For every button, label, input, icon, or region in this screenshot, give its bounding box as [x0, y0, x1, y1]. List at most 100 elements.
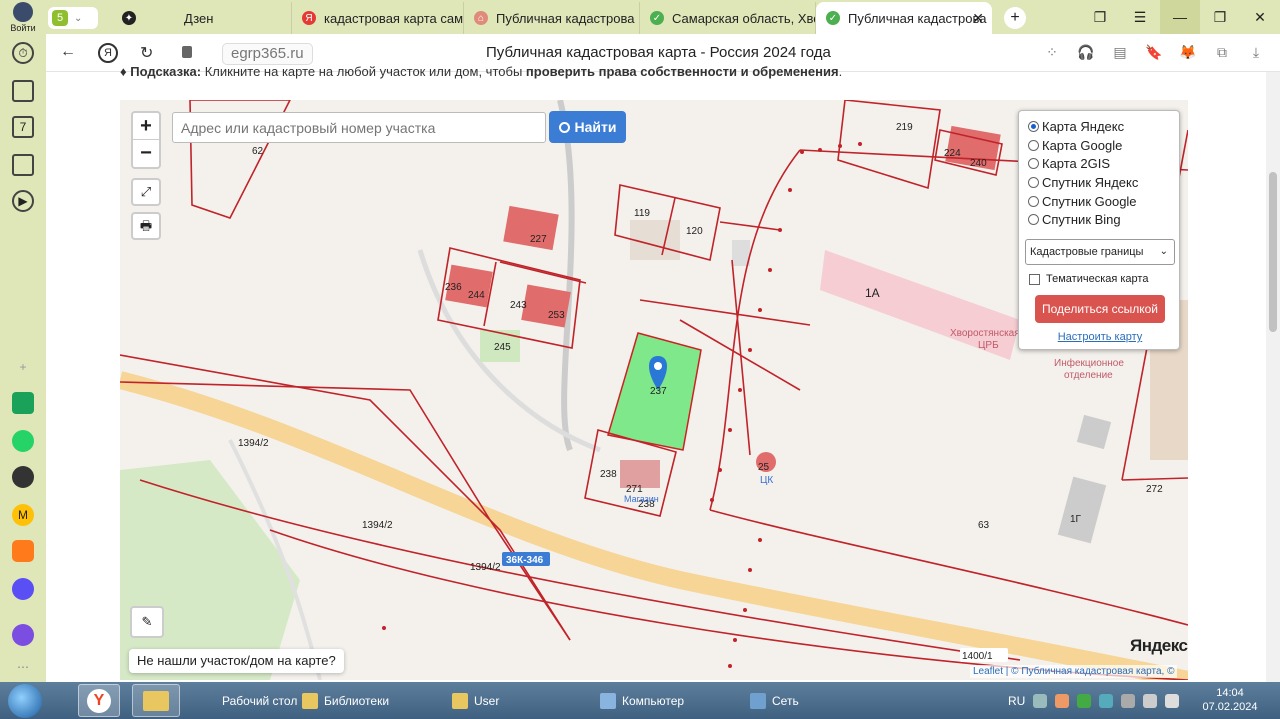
scroll-thumb[interactable]	[1269, 172, 1277, 332]
start-button[interactable]	[8, 684, 42, 718]
add-icon[interactable]: +	[12, 356, 34, 378]
libraries-item[interactable]: Библиотеки	[302, 684, 389, 717]
minimize-icon[interactable]: —	[1160, 0, 1200, 34]
hint-icon: ♦	[120, 64, 131, 79]
restore-icon[interactable]: ❐	[1200, 0, 1240, 34]
menu-icon[interactable]: ☰	[1120, 0, 1160, 34]
radio-button[interactable]	[1028, 121, 1039, 132]
url-domain[interactable]: egrp365.ru	[222, 43, 313, 65]
tray-icon[interactable]	[1099, 693, 1114, 708]
back-icon[interactable]: ←	[60, 43, 76, 61]
play-icon[interactable]: ▶	[12, 190, 34, 212]
extensions-icon[interactable]: ⧉	[1212, 40, 1232, 64]
close-icon[interactable]: ✕	[972, 10, 984, 27]
not-found-button[interactable]: Не нашли участок/дом на карте?	[129, 649, 344, 673]
clock[interactable]: 14:04 07.02.2024	[1202, 686, 1258, 714]
user-folder-icon	[452, 692, 468, 709]
yandex-browser-taskbar-button[interactable]: Y	[78, 684, 120, 717]
layer-option-yandex-map[interactable]: Карта Яндекс	[1028, 119, 1124, 134]
radio-button[interactable]	[1028, 177, 1039, 188]
whatsapp-icon[interactable]	[12, 430, 34, 452]
layer-option-2gis-map[interactable]: Карта 2GIS	[1028, 156, 1110, 171]
more-icon[interactable]: ⋯	[12, 656, 34, 678]
reader-icon[interactable]: ▤	[1110, 40, 1130, 64]
volume-icon[interactable]	[1143, 693, 1158, 708]
tab-counter-button[interactable]: 5 ⌄	[48, 7, 98, 29]
radio-button[interactable]	[1028, 158, 1039, 169]
mail-icon[interactable]	[12, 540, 34, 562]
zoom-in-button[interactable]: +	[133, 113, 159, 140]
tray-icon[interactable]	[1121, 693, 1136, 708]
plot-label: 1394/2	[362, 520, 393, 531]
alice-icon[interactable]	[12, 624, 34, 646]
tab-dzen[interactable]: ✦ Дзен	[112, 2, 292, 34]
thematic-map-toggle[interactable]: Тематическая карта	[1029, 273, 1148, 285]
plot-label: 227	[530, 234, 547, 245]
check-icon: ✓	[826, 11, 840, 25]
tray-icon[interactable]	[1055, 693, 1070, 708]
apps-icon[interactable]: ⁘	[1042, 40, 1062, 64]
collections-icon[interactable]	[12, 80, 34, 102]
tab-search[interactable]: Я кадастровая карта сама	[292, 2, 464, 34]
camera-icon[interactable]	[12, 154, 34, 176]
draw-button[interactable]: ✎	[130, 606, 164, 638]
radio-button[interactable]	[1028, 214, 1039, 225]
thematic-label: Тематическая карта	[1046, 273, 1149, 285]
music-icon[interactable]	[12, 466, 34, 488]
bookmark-icon[interactable]: 🔖	[1144, 40, 1164, 64]
language-indicator[interactable]: RU	[1008, 694, 1025, 708]
boundaries-select[interactable]: Кадастровые границы ⌄	[1025, 239, 1175, 265]
layer-option-google-map[interactable]: Карта Google	[1028, 138, 1122, 153]
metamask-icon[interactable]: 🦊	[1178, 40, 1198, 64]
reload-icon[interactable]: ↻	[140, 43, 153, 63]
headphones-icon[interactable]: 🎧	[1076, 40, 1096, 64]
tab-cadastral-1[interactable]: ⌂ Публичная кадастрова	[464, 2, 640, 34]
computer-label: Компьютер	[622, 693, 685, 708]
zoom-out-button[interactable]: −	[133, 140, 159, 167]
house-app-icon[interactable]	[12, 392, 34, 414]
tray-icon[interactable]	[1033, 693, 1048, 708]
page-scrollbar[interactable]	[1266, 72, 1280, 682]
collections-icon[interactable]: ❐	[1080, 0, 1120, 34]
layer-option-bing-satellite[interactable]: Спутник Bing	[1028, 212, 1121, 227]
calendar-icon[interactable]: 7	[12, 116, 34, 138]
map-attribution[interactable]: Leaflet | © Публичная кадастровая карта,…	[970, 665, 1178, 678]
find-button[interactable]: Найти	[549, 111, 626, 143]
print-button[interactable]: 🖶	[131, 212, 161, 240]
tab-samara[interactable]: ✓ Самарская область, Хво	[640, 2, 816, 34]
plot-label: 120	[686, 226, 703, 237]
cadastral-map[interactable]: 62 219 224 240 119 120 227 236 244 243 2…	[120, 100, 1188, 680]
explorer-taskbar-button[interactable]	[132, 684, 180, 717]
messenger-icon[interactable]	[12, 578, 34, 600]
fullscreen-button[interactable]: ⤢	[131, 178, 161, 206]
close-window-icon[interactable]: ✕	[1240, 0, 1280, 34]
history-icon[interactable]: ⏱	[12, 42, 34, 64]
tab-cadastral-active[interactable]: ✓ Публичная кадастрова ✕	[816, 2, 992, 34]
checkbox[interactable]	[1029, 273, 1040, 285]
radio-button[interactable]	[1028, 196, 1039, 207]
plot-label: 25	[758, 462, 770, 473]
download-icon[interactable]: ⤓	[1246, 40, 1266, 64]
layer-option-google-satellite[interactable]: Спутник Google	[1028, 194, 1137, 209]
tray-icon[interactable]	[1077, 693, 1092, 708]
plot-label: 1394/2	[238, 438, 269, 449]
share-link-button[interactable]: Поделиться ссылкой	[1035, 295, 1165, 323]
network-item[interactable]: Сеть	[750, 684, 799, 717]
hint-prefix: Подсказка:	[130, 64, 202, 79]
login-button[interactable]: Войти	[0, 0, 46, 34]
cadastral-search-input[interactable]	[172, 112, 546, 143]
window-controls: ❐ ☰ — ❐ ✕	[1080, 0, 1280, 34]
radio-button[interactable]	[1028, 140, 1039, 151]
layer-option-yandex-satellite[interactable]: Спутник Яндекс	[1028, 175, 1138, 190]
user-item[interactable]: User	[452, 684, 499, 717]
network-tray-icon[interactable]	[1165, 693, 1180, 708]
computer-item[interactable]: Компьютер	[600, 684, 684, 717]
select-value: Кадастровые границы	[1030, 246, 1144, 258]
infection-label-2: отделение	[1064, 370, 1113, 381]
market-icon[interactable]: M	[12, 504, 34, 526]
desktop-toolbar[interactable]: Рабочий стол	[222, 684, 297, 717]
yandex-home-icon[interactable]: Я	[98, 43, 118, 63]
setup-map-link[interactable]: Настроить карту	[1019, 331, 1181, 343]
new-tab-button[interactable]: +	[1004, 7, 1026, 29]
page-title: Публичная кадастровая карта - Россия 202…	[486, 44, 831, 61]
